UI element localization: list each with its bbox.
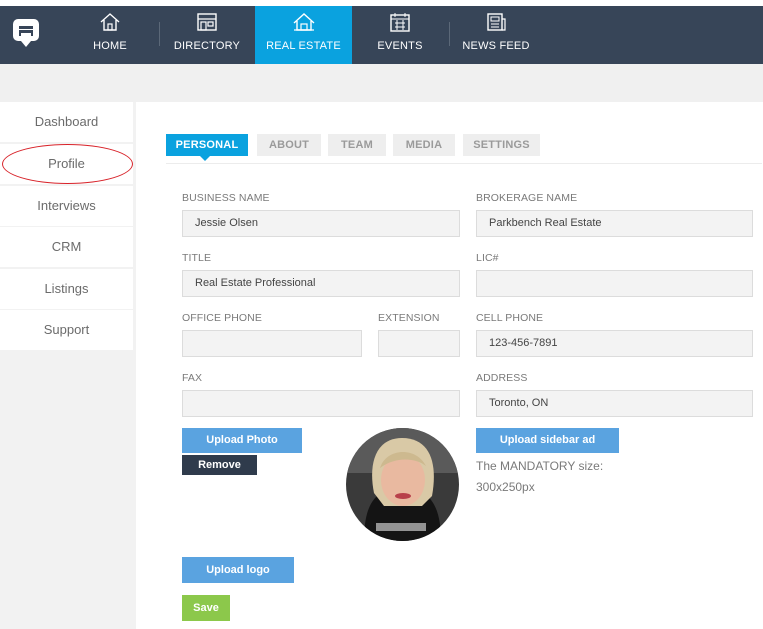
nav-separator <box>159 22 160 46</box>
cell-phone-input[interactable]: 123-456-7891 <box>476 330 753 357</box>
brokerage-name-label: BROKERAGE NAME <box>476 192 578 204</box>
sidebar-item-crm[interactable]: CRM <box>0 227 133 267</box>
sidebar-item-interviews[interactable]: Interviews <box>0 186 133 226</box>
nav-news-feed[interactable]: NEWS FEED <box>462 6 530 64</box>
sidebar-item-dashboard[interactable]: Dashboard <box>0 102 133 142</box>
calendar-icon <box>390 13 410 32</box>
tab-divider <box>166 163 762 164</box>
nav-news-feed-label: NEWS FEED <box>462 40 530 52</box>
address-input[interactable]: Toronto, ON <box>476 390 753 417</box>
tab-settings[interactable]: SETTINGS <box>463 134 540 156</box>
extension-input[interactable] <box>378 330 460 357</box>
upload-logo-button[interactable]: Upload logo <box>182 557 294 583</box>
sidebar-item-support[interactable]: Support <box>0 310 133 350</box>
fax-input[interactable] <box>182 390 460 417</box>
sidebar-ad-size-note: The MANDATORY size: 300x250px <box>476 459 604 494</box>
nav-home-label: HOME <box>93 40 127 52</box>
office-phone-input[interactable] <box>182 330 362 357</box>
house-icon <box>293 13 314 31</box>
brokerage-name-input[interactable]: Parkbench Real Estate <box>476 210 753 237</box>
nav-real-estate-label: REAL ESTATE <box>266 40 341 52</box>
storefront-icon <box>197 13 217 31</box>
upload-sidebar-ad-button[interactable]: Upload sidebar ad <box>476 428 619 453</box>
remove-button[interactable]: Remove <box>182 455 257 475</box>
nav-directory[interactable]: DIRECTORY <box>172 6 242 64</box>
nav-home[interactable]: HOME <box>80 6 140 64</box>
app-logo-icon[interactable] <box>12 18 40 48</box>
title-label: TITLE <box>182 252 212 264</box>
active-tab-indicator <box>200 156 210 161</box>
nav-events-label: EVENTS <box>377 40 423 52</box>
newspaper-icon <box>487 13 506 31</box>
sidebar-item-profile[interactable]: Profile <box>0 144 133 184</box>
nav-real-estate[interactable]: REAL ESTATE <box>255 6 352 72</box>
office-phone-label: OFFICE PHONE <box>182 312 262 324</box>
home-icon <box>100 13 120 31</box>
tab-team[interactable]: TEAM <box>328 134 386 156</box>
cell-phone-label: CELL PHONE <box>476 312 544 324</box>
nav-events[interactable]: EVENTS <box>372 6 428 64</box>
address-label: ADDRESS <box>476 372 528 384</box>
save-button[interactable]: Save <box>182 595 230 621</box>
profile-photo-avatar <box>346 428 459 541</box>
fax-label: FAX <box>182 372 203 384</box>
upload-photo-button[interactable]: Upload Photo <box>182 428 302 453</box>
extension-label: EXTENSION <box>378 312 440 324</box>
lic-label: LIC# <box>476 252 499 264</box>
profile-photo-image <box>346 428 459 541</box>
tab-personal[interactable]: PERSONAL <box>166 134 248 156</box>
nav-separator <box>449 22 450 46</box>
business-name-label: BUSINESS NAME <box>182 192 270 204</box>
top-nav-bar: HOME DIRECTORY REAL ESTATE EVENTS NEWS F… <box>0 6 763 72</box>
lic-input[interactable] <box>476 270 753 297</box>
business-name-input[interactable]: Jessie Olsen <box>182 210 460 237</box>
sub-header-bar <box>0 64 763 102</box>
nav-directory-label: DIRECTORY <box>173 40 241 52</box>
title-input[interactable]: Real Estate Professional <box>182 270 460 297</box>
tab-media[interactable]: MEDIA <box>393 134 455 156</box>
tab-about[interactable]: ABOUT <box>257 134 321 156</box>
sidebar-item-listings[interactable]: Listings <box>0 269 133 309</box>
